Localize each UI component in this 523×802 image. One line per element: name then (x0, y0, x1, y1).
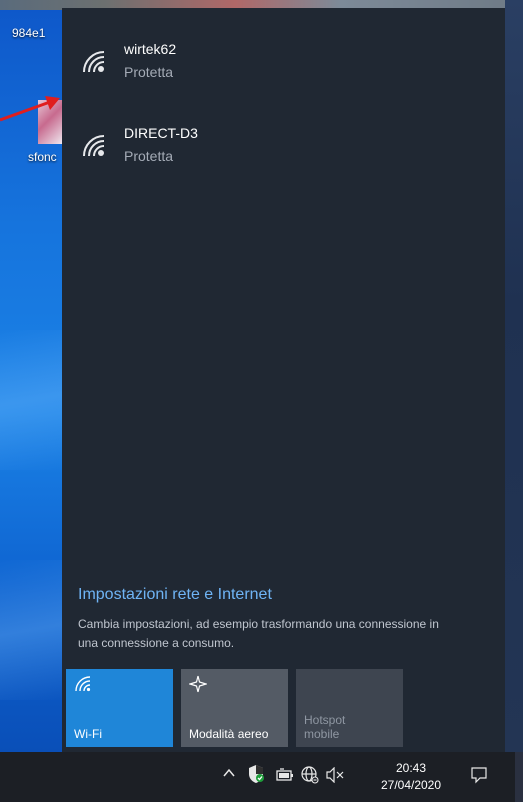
network-settings-link[interactable]: Impostazioni rete e Internet (78, 586, 272, 604)
wifi-signal-icon (83, 135, 105, 157)
network-settings-description: Cambia impostazioni, ad esempio trasform… (78, 617, 439, 650)
network-status: Protetta (124, 148, 174, 164)
chevron-up-icon[interactable] (222, 766, 236, 784)
taskbar: 20:43 27/04/2020 (0, 752, 523, 802)
desktop-right-edge (505, 0, 523, 752)
wifi-signal-icon (83, 51, 105, 73)
desktop-icon-label[interactable]: 984e1 (12, 26, 45, 40)
show-desktop-button[interactable] (515, 752, 523, 802)
wifi-toggle-tile[interactable]: Wi-Fi (66, 669, 173, 747)
network-name: DIRECT-D3 (124, 125, 198, 141)
network-item-direct-d3[interactable]: DIRECT-D3 Protetta (80, 120, 460, 180)
wallpaper-light-streak (0, 330, 62, 470)
network-item-wirtek62[interactable]: wirtek62 Protetta (80, 36, 460, 96)
network-status: Protetta (124, 64, 174, 80)
airplane-icon (187, 675, 209, 693)
clock-time: 20:43 (395, 761, 427, 775)
desktop-icon-label[interactable]: sfonc (28, 150, 57, 164)
battery-icon[interactable] (276, 768, 294, 787)
action-center-icon[interactable] (470, 766, 488, 789)
annotation-arrow-icon (0, 96, 60, 122)
wifi-icon (75, 676, 91, 692)
wallpaper-light-streak (0, 560, 62, 700)
wifi-tile-label: Wi-Fi (74, 727, 102, 741)
hotspot-label-line2: mobile (304, 727, 340, 741)
defender-shield-icon[interactable] (247, 764, 265, 789)
airplane-mode-tile[interactable]: Modalità aereo (181, 669, 288, 747)
taskbar-clock[interactable]: 20:43 27/04/2020 (376, 760, 446, 794)
hotspot-tile-label: Hotspot mobile (304, 713, 345, 741)
clock-date: 27/04/2020 (380, 778, 442, 792)
network-flyout: wirtek62 Protetta DIRECT-D3 Protetta Imp… (62, 8, 505, 752)
globe-network-icon[interactable] (300, 765, 320, 790)
hotspot-label-line1: Hotspot (304, 713, 346, 727)
volume-muted-icon[interactable] (326, 766, 346, 788)
airplane-tile-label: Modalità aereo (189, 727, 269, 741)
mobile-hotspot-tile: Hotspot mobile (296, 669, 403, 747)
network-name: wirtek62 (124, 41, 177, 57)
